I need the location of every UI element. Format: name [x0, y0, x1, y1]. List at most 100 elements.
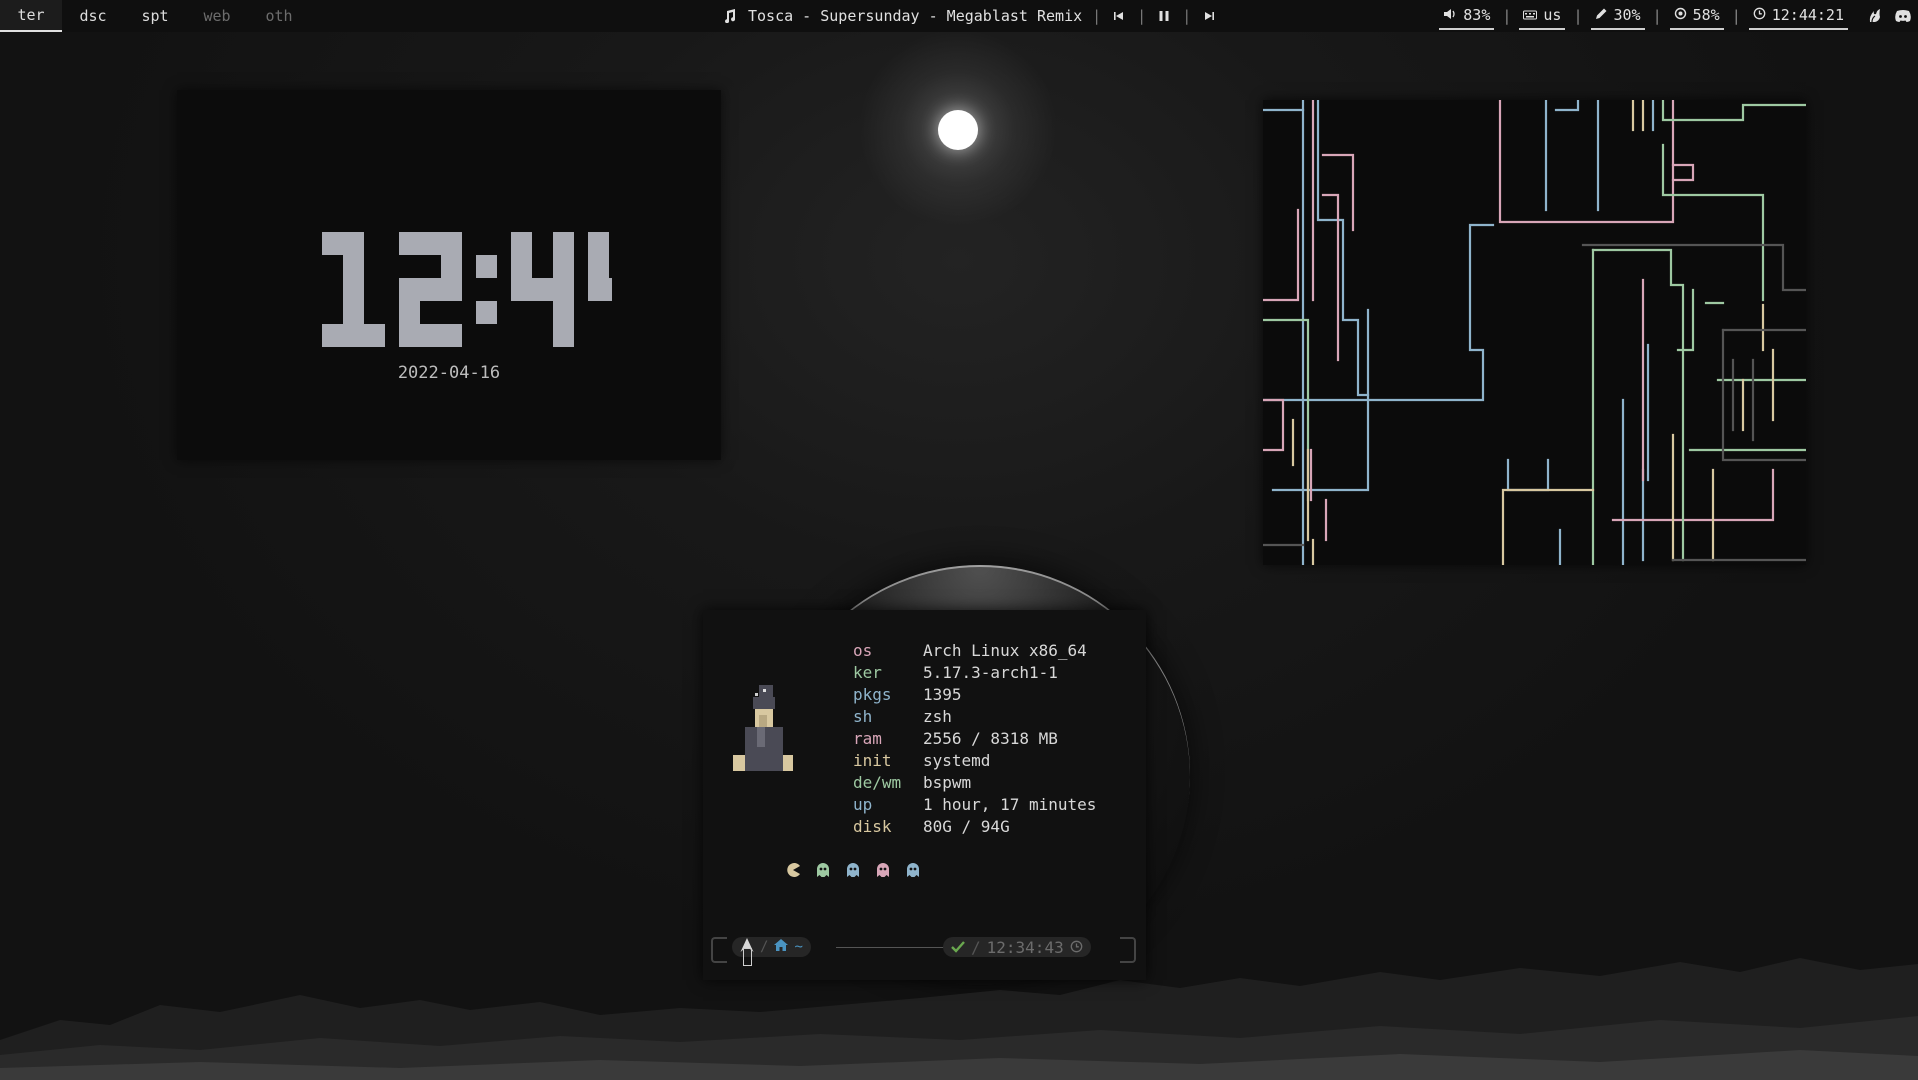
clock-digit-block: [322, 324, 343, 347]
info-row: init systemd: [853, 750, 1096, 772]
next-icon[interactable]: [1201, 8, 1217, 24]
info-key: init: [853, 751, 892, 770]
clock-digit-block: [553, 255, 574, 278]
clock-digit-block: [420, 324, 441, 347]
pipes-screensaver: [1263, 100, 1806, 565]
clock-digit-block: [476, 301, 497, 324]
workspace-dsc[interactable]: dsc: [62, 0, 124, 32]
cpu-value: 58%: [1692, 6, 1720, 24]
clock-digit-block: [399, 278, 420, 301]
separator: |: [1731, 7, 1741, 25]
info-key: ram: [853, 729, 882, 748]
text-cursor[interactable]: [743, 948, 752, 966]
keyboard-layout: us: [1543, 6, 1562, 24]
system-info: os Arch Linux x86_64 ker 5.17.3-arch1-1 …: [853, 640, 1096, 838]
separator: |: [1652, 7, 1662, 25]
clock-digit-block: [553, 301, 574, 324]
ghost-icon: [847, 863, 859, 877]
info-value: 80G / 94G: [923, 817, 1010, 836]
fetch-ascii-art: [733, 685, 793, 771]
info-key: os: [853, 641, 873, 660]
pause-icon[interactable]: [1156, 8, 1172, 24]
brightness-module[interactable]: 30%: [1590, 2, 1645, 30]
info-key: de/wm: [853, 773, 902, 792]
sun: [938, 110, 978, 150]
info-value: 5.17.3-arch1-1: [923, 663, 1058, 682]
workspace-web[interactable]: web: [186, 0, 248, 32]
clock-digit-block: [343, 324, 364, 347]
prompt-bracket-right: [1120, 937, 1136, 963]
separator: |: [1182, 7, 1192, 25]
terminal-window[interactable]: os Arch Linux x86_64 ker 5.17.3-arch1-1 …: [703, 610, 1146, 980]
clock-digit-block: [588, 232, 609, 255]
clock-digit-block: [343, 301, 364, 324]
clock-widget: 2022-04-16: [177, 90, 721, 460]
info-value: 2556 / 8318 MB: [923, 729, 1058, 748]
clock-digit-block: [343, 255, 364, 278]
prompt-time: 12:34:43: [986, 937, 1064, 957]
clock-digit-block: [322, 232, 343, 255]
keyboard-module[interactable]: us: [1519, 2, 1566, 30]
clock-time: [322, 232, 612, 347]
discord-icon[interactable]: [1894, 7, 1912, 25]
track-title[interactable]: Tosca - Supersunday - Megablast Remix: [748, 7, 1082, 25]
clock-digit-block: [553, 232, 574, 255]
prompt-separator: /: [971, 937, 981, 957]
clock-digit-block: [420, 232, 441, 255]
prompt-status-segment: / 12:34:43: [943, 937, 1091, 957]
separator: |: [1573, 7, 1583, 25]
clock-digit-block: [399, 232, 420, 255]
clock-digit-block: [343, 278, 364, 301]
info-key: disk: [853, 817, 892, 836]
info-row: up 1 hour, 17 minutes: [853, 794, 1096, 816]
color-blocks: [785, 862, 921, 878]
ghost-icon: [817, 863, 829, 877]
clock-digit-block: [511, 232, 532, 255]
flame-icon[interactable]: [1866, 7, 1884, 25]
volume-module[interactable]: 83%: [1439, 2, 1495, 30]
info-value: 1395: [923, 685, 962, 704]
volume-value: 83%: [1463, 6, 1491, 24]
info-row: pkgs 1395: [853, 684, 1096, 706]
workspace-oth[interactable]: oth: [248, 0, 310, 32]
clock-digit-block: [588, 255, 609, 278]
clock-digit-block: [399, 301, 420, 324]
separator: |: [1137, 7, 1147, 25]
info-value: 1 hour, 17 minutes: [923, 795, 1097, 814]
music-note-icon: [722, 8, 738, 24]
volume-icon: [1443, 6, 1457, 24]
status-modules: 83% | us | 30% | 58% | 12:44:21: [1431, 0, 1918, 32]
workspace-spt[interactable]: spt: [124, 0, 186, 32]
top-bar: ter dsc spt web oth Tosca - Supersunday …: [0, 0, 1918, 32]
clock-digit-block: [511, 255, 532, 278]
previous-icon[interactable]: [1111, 8, 1127, 24]
info-value: bspwm: [923, 773, 972, 792]
workspace-ter[interactable]: ter: [0, 0, 62, 32]
cpu-module[interactable]: 58%: [1669, 2, 1724, 30]
prompt-bracket-left: [711, 937, 727, 963]
clock-digit-block: [511, 278, 532, 301]
info-key: pkgs: [853, 685, 892, 704]
clock-digit-block: [476, 255, 497, 278]
separator: |: [1502, 7, 1512, 25]
clock-digit-block: [441, 255, 462, 278]
clock-icon: [1753, 6, 1766, 24]
check-icon: [951, 938, 965, 957]
prompt-separator: /: [760, 939, 769, 955]
clock-digit-block: [399, 324, 420, 347]
prompt-directory: ~: [794, 939, 803, 955]
info-row: ram 2556 / 8318 MB: [853, 728, 1096, 750]
clock-module[interactable]: 12:44:21: [1748, 2, 1848, 30]
info-value: Arch Linux x86_64: [923, 641, 1087, 660]
clock-digit-block: [420, 278, 441, 301]
clock-digit-block: [609, 278, 612, 301]
clock-digit-block: [441, 324, 462, 347]
separator: |: [1092, 7, 1102, 25]
home-icon: [774, 939, 789, 955]
clock-digit-block: [441, 278, 462, 301]
prompt-track: [836, 947, 944, 948]
info-value: systemd: [923, 751, 991, 770]
pacman-icon: [787, 863, 800, 877]
clock-digit-block: [364, 324, 385, 347]
workspace-list: ter dsc spt web oth: [0, 0, 310, 32]
